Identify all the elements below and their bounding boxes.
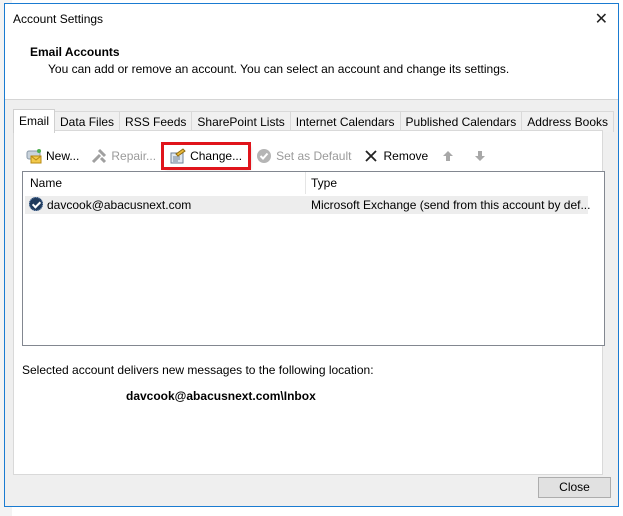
account-row[interactable]: davcook@abacusnext.com Microsoft Exchang… [25, 196, 591, 214]
remove-button[interactable]: Remove [359, 145, 432, 167]
account-type: Microsoft Exchange (send from this accou… [311, 198, 591, 212]
email-tab-panel: New... Repair... Change... Set as Defaul… [13, 130, 605, 475]
arrow-down-icon [472, 148, 488, 164]
tab-published-calendars[interactable]: Published Calendars [399, 111, 523, 132]
accounts-list: Name Type davcook@abacusnext.com Microso… [22, 171, 605, 346]
new-button[interactable]: New... [22, 145, 83, 167]
close-x-icon[interactable]: ✕ [595, 9, 608, 29]
repair-button-label: Repair... [111, 149, 157, 163]
account-name: davcook@abacusnext.com [47, 198, 192, 212]
remove-x-icon [363, 148, 379, 164]
default-account-check-icon [29, 197, 43, 211]
change-button-label: Change... [190, 149, 243, 163]
column-separator[interactable] [305, 172, 306, 194]
toolbar: New... Repair... Change... Set as Defaul… [22, 142, 500, 170]
column-header-type[interactable]: Type [311, 176, 337, 190]
tab-address-books[interactable]: Address Books [521, 111, 614, 132]
title-bar: Account Settings ✕ [5, 4, 618, 34]
dialog-header: Email Accounts You can add or remove an … [5, 34, 618, 100]
dialog-title: Account Settings [13, 12, 104, 26]
header-description: You can add or remove an account. You ca… [48, 62, 510, 76]
tab-strip: Email Data Files RSS Feeds SharePoint Li… [13, 109, 614, 133]
close-button[interactable]: Close [538, 477, 611, 498]
move-up-button[interactable] [436, 145, 464, 167]
list-header: Name Type [23, 172, 604, 194]
repair-tools-icon [91, 148, 107, 164]
tab-sharepoint-lists[interactable]: SharePoint Lists [191, 111, 291, 132]
account-settings-dialog: Account Settings ✕ Email Accounts You ca… [4, 3, 619, 507]
arrow-up-icon [440, 148, 456, 164]
move-down-button[interactable] [468, 145, 496, 167]
set-as-default-button[interactable]: Set as Default [252, 145, 355, 167]
change-button[interactable]: Change... [161, 142, 252, 170]
column-header-name[interactable]: Name [30, 176, 62, 190]
delivery-label: Selected account delivers new messages t… [22, 363, 374, 377]
tab-internet-calendars[interactable]: Internet Calendars [289, 111, 401, 132]
set-as-default-label: Set as Default [276, 149, 352, 163]
repair-button[interactable]: Repair... [87, 145, 160, 167]
change-account-icon [170, 148, 186, 164]
new-button-label: New... [46, 149, 80, 163]
header-title: Email Accounts [30, 45, 120, 59]
tab-rss-feeds[interactable]: RSS Feeds [119, 111, 193, 132]
remove-button-label: Remove [383, 149, 429, 163]
checkmark-circle-icon [256, 148, 272, 164]
new-account-icon [26, 148, 42, 164]
tab-email[interactable]: Email [13, 109, 56, 133]
delivery-location: davcook@abacusnext.com\Inbox [126, 389, 316, 403]
tab-data-files[interactable]: Data Files [54, 111, 121, 132]
